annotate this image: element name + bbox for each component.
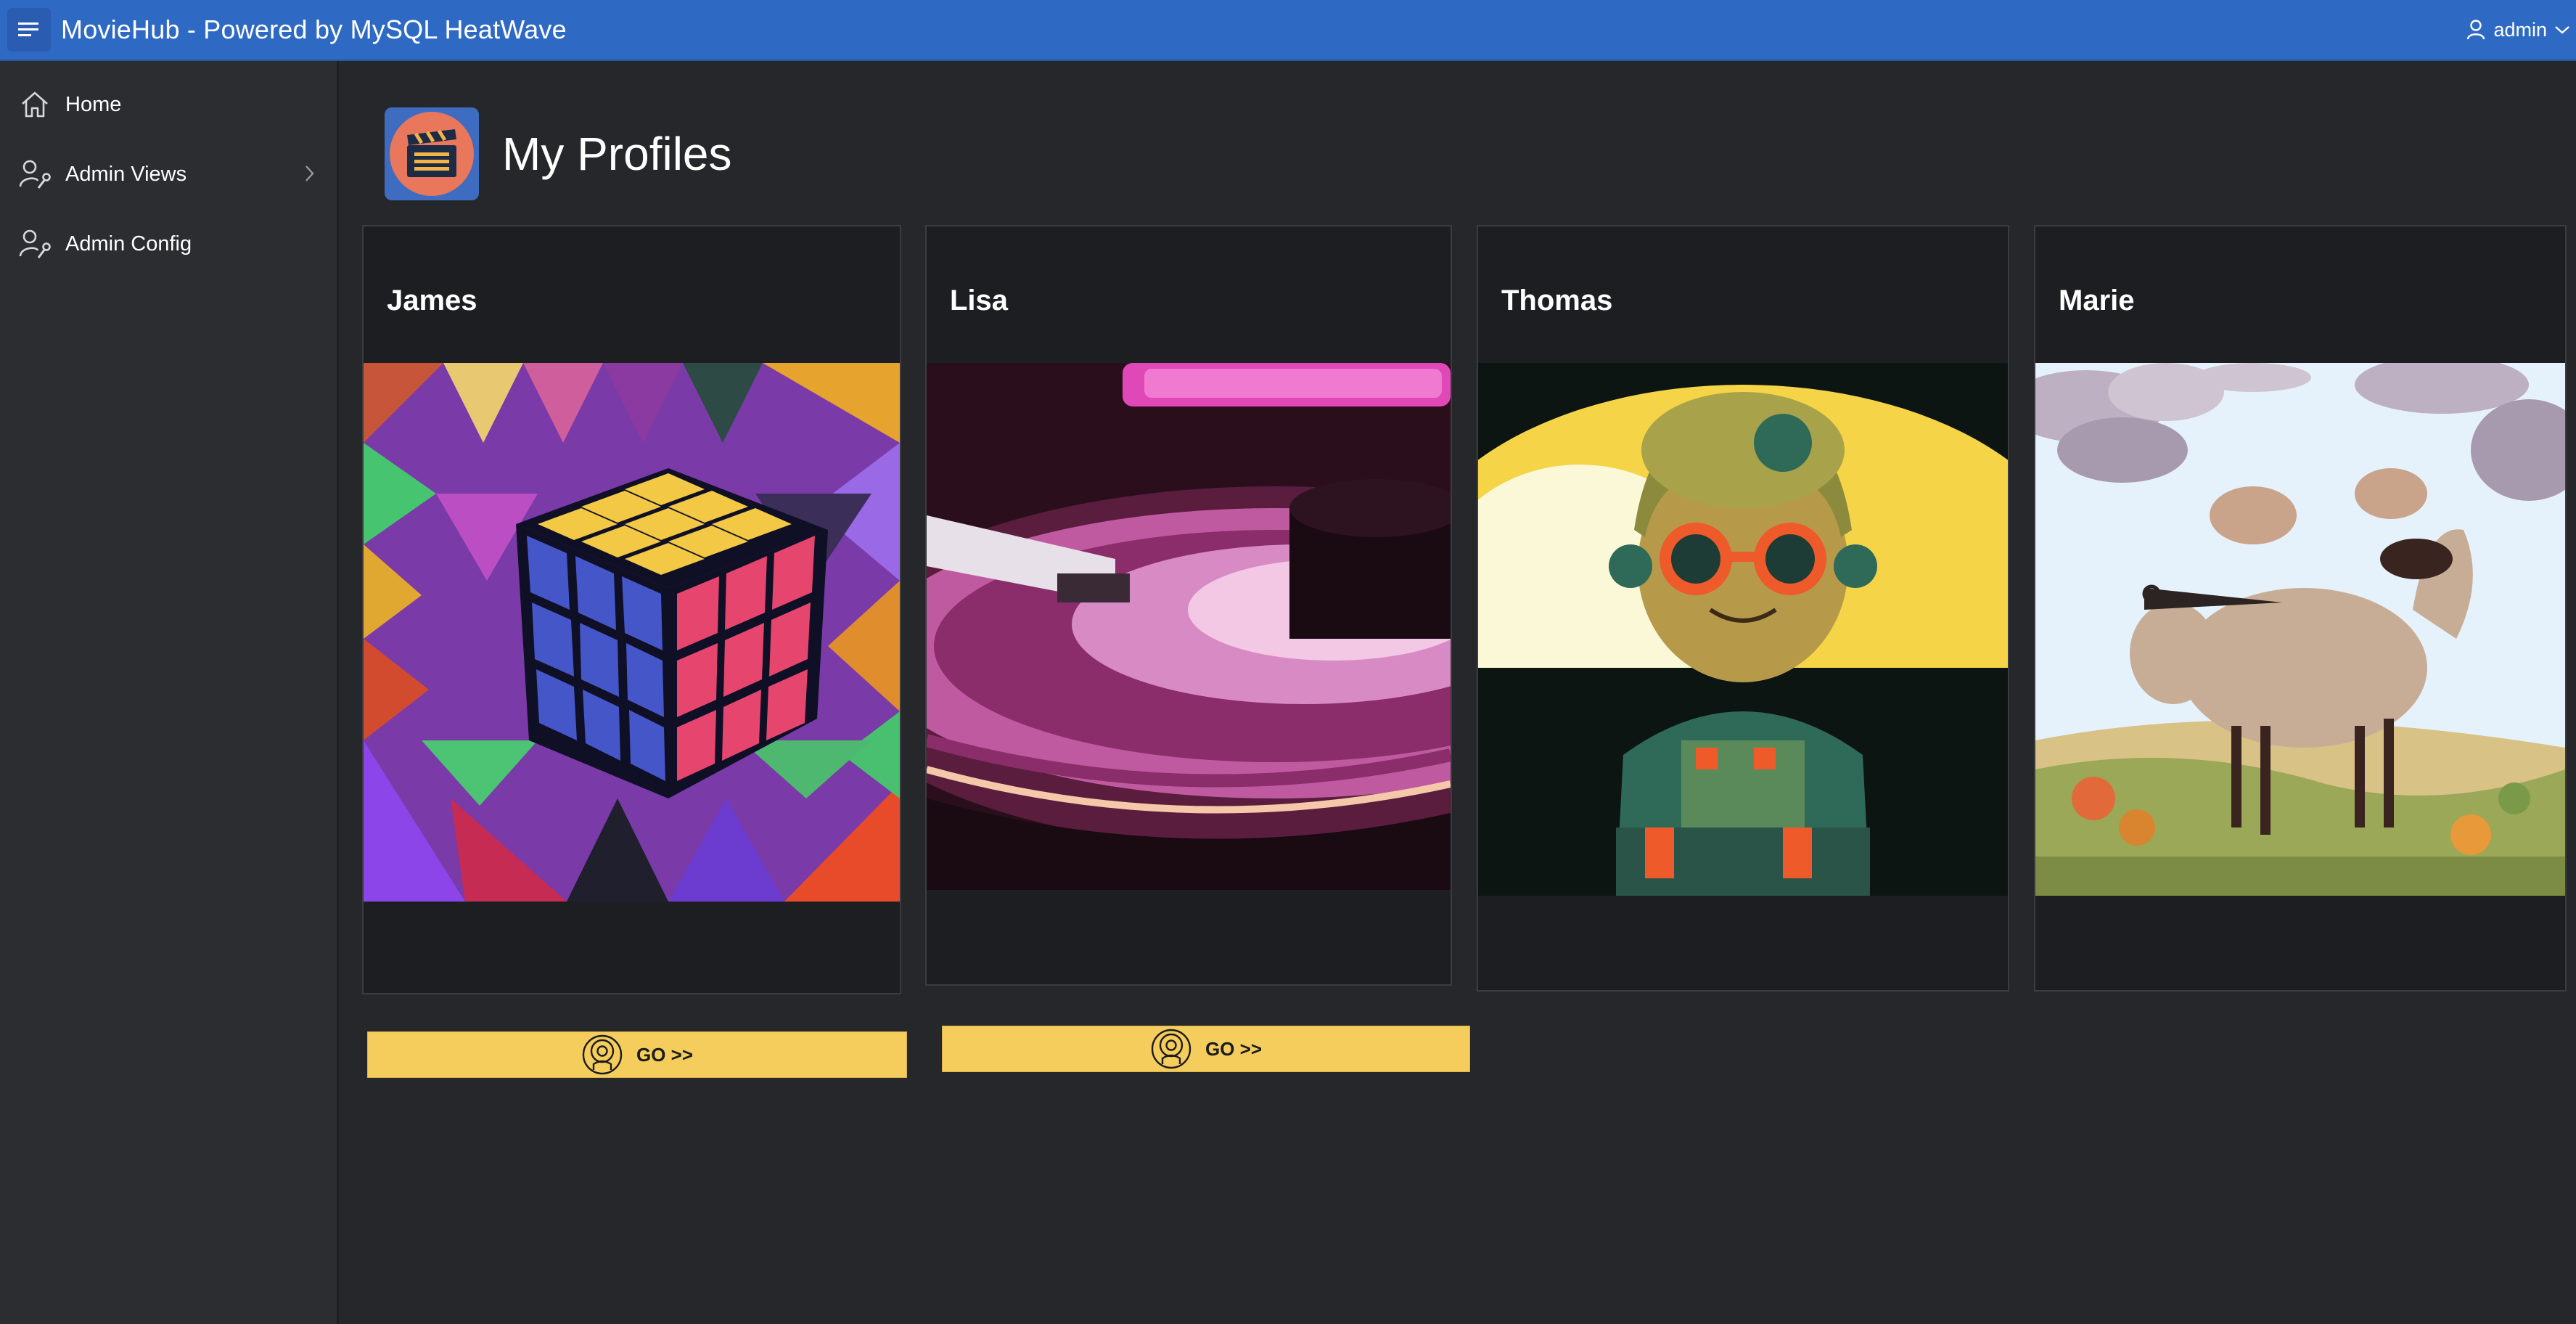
main-content: My Profiles James Lisa Thomas Marie GO >… <box>339 61 2576 1324</box>
sidebar-item-label: Home <box>65 92 122 116</box>
user-icon <box>2467 20 2485 40</box>
app-title[interactable]: MovieHub - Powered by MySQL HeatWave <box>61 15 567 45</box>
profile-name: James <box>387 285 477 316</box>
sidebar-item-admin-views[interactable]: Admin Views <box>0 139 337 209</box>
sidebar-item-home[interactable]: Home <box>0 70 337 139</box>
go-button-james[interactable]: GO >> <box>367 1031 907 1078</box>
user-menu[interactable]: admin <box>2466 0 2570 60</box>
user-name: admin <box>2493 18 2547 41</box>
profile-card-thomas[interactable]: Thomas <box>1477 225 2009 992</box>
user-wrench-icon <box>19 158 51 190</box>
go-button-label: GO >> <box>636 1043 694 1066</box>
user-wrench-icon <box>19 228 51 260</box>
cartoon-soldier-image[interactable] <box>1478 363 2008 896</box>
sidebar-item-label: Admin Views <box>65 162 187 186</box>
hamburger-menu-button[interactable] <box>7 8 51 52</box>
profile-name: Thomas <box>1501 285 1613 316</box>
chevron-right-icon <box>305 166 314 181</box>
rubiks-cube-image[interactable] <box>364 363 900 902</box>
clapperboard-logo-icon <box>385 107 479 200</box>
sidebar: Home Admin Views Admin Config <box>0 61 339 1324</box>
page-title: My Profiles <box>502 128 732 180</box>
profile-card-marie[interactable]: Marie <box>2034 225 2567 992</box>
top-bar: MovieHub - Powered by MySQL HeatWave adm… <box>0 0 2576 61</box>
profile-name: Lisa <box>950 285 1009 316</box>
go-button-lisa[interactable]: GO >> <box>942 1026 1470 1072</box>
go-button-label: GO >> <box>1205 1037 1263 1060</box>
hamburger-icon <box>18 23 38 36</box>
profile-avatar-icon <box>582 1034 623 1075</box>
profile-card-lisa[interactable]: Lisa <box>925 225 1452 986</box>
sheep-landscape-image[interactable] <box>2035 363 2565 896</box>
home-icon <box>19 89 51 120</box>
sidebar-item-label: Admin Config <box>65 232 192 256</box>
profile-avatar-icon <box>1151 1029 1191 1069</box>
profile-card-james[interactable]: James <box>362 225 901 994</box>
page-header: My Profiles <box>385 107 732 200</box>
chevron-down-icon <box>2555 26 2569 34</box>
sidebar-item-admin-config[interactable]: Admin Config <box>0 209 337 279</box>
vinyl-turntable-image[interactable] <box>927 363 1451 890</box>
profile-name: Marie <box>2059 285 2135 316</box>
